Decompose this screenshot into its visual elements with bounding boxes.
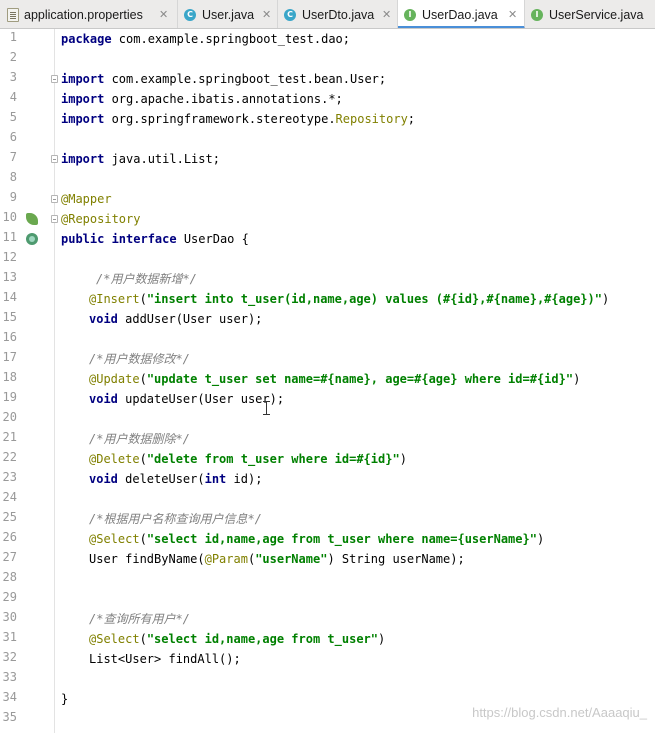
interface-file-icon: I [531, 9, 543, 21]
code-line-18: @Update("update t_user set name=#{name},… [89, 372, 581, 386]
interface-file-icon: I [404, 9, 416, 21]
implementation-marker-icon[interactable] [26, 233, 38, 245]
line-number: 32 [2, 650, 17, 664]
line-number: 8 [9, 170, 17, 184]
tab-label: UserDto.java [302, 8, 375, 22]
line-number: 10 [2, 210, 17, 224]
line-number: 11 [2, 230, 17, 244]
line-number: 25 [2, 510, 17, 524]
line-number: 12 [2, 250, 17, 264]
line-number: 6 [9, 130, 17, 144]
editor-tab-bar: application.properties ✕ C User.java ✕ C… [0, 0, 655, 29]
line-number: 1 [9, 30, 17, 44]
line-number: 14 [2, 290, 17, 304]
close-icon[interactable]: ✕ [159, 0, 168, 28]
code-line-34: } [61, 692, 69, 706]
code-line-3: import com.example.springboot_test.bean.… [61, 72, 387, 86]
line-number: 20 [2, 410, 17, 424]
line-number: 16 [2, 330, 17, 344]
line-number: 26 [2, 530, 17, 544]
line-number: 13 [2, 270, 17, 284]
line-number: 24 [2, 490, 17, 504]
editor-gutter: 1 2 3 4 5 6 7 8 9 10 11 12 13 14 15 16 1… [0, 29, 58, 733]
properties-file-icon [7, 8, 19, 22]
close-icon[interactable]: ✕ [382, 0, 391, 28]
fold-marker-icon[interactable] [51, 155, 58, 163]
class-file-icon: C [284, 9, 296, 21]
code-line-5: import org.springframework.stereotype.Re… [61, 112, 416, 126]
code-line-32: List<User> findAll(); [89, 652, 241, 666]
line-number: 23 [2, 470, 17, 484]
line-number: 27 [2, 550, 17, 564]
line-number: 34 [2, 690, 17, 704]
tab-label: UserService.java [549, 8, 644, 22]
tab-userdao-java[interactable]: I UserDao.java ✕ [398, 0, 525, 28]
code-line-27: User findByName(@Param("userName") Strin… [89, 552, 465, 566]
code-line-25: /*根据用户名称查询用户信息*/ [89, 512, 262, 526]
tab-label: UserDao.java [422, 8, 498, 22]
line-number: 21 [2, 430, 17, 444]
line-number: 2 [9, 50, 17, 64]
code-line-30: /*查询所有用户*/ [89, 612, 190, 626]
fold-marker-icon[interactable] [51, 75, 58, 83]
line-number: 28 [2, 570, 17, 584]
code-line-10: @Repository [61, 212, 141, 226]
line-number: 3 [9, 70, 17, 84]
line-number: 17 [2, 350, 17, 364]
code-line-4: import org.apache.ibatis.annotations.*; [61, 92, 343, 106]
fold-marker-icon[interactable] [51, 195, 58, 203]
close-icon[interactable]: ✕ [508, 0, 517, 28]
code-line-17: /*用户数据修改*/ [89, 352, 190, 366]
text-cursor-icon [263, 401, 270, 415]
line-number: 15 [2, 310, 17, 324]
tab-userdto-java[interactable]: C UserDto.java ✕ [278, 0, 398, 28]
line-number: 30 [2, 610, 17, 624]
fold-marker-icon[interactable] [51, 215, 58, 223]
code-line-23: void deleteUser(int id); [89, 472, 263, 486]
line-number: 22 [2, 450, 17, 464]
code-line-19: void updateUser(User user); [89, 392, 285, 406]
code-line-13: /*用户数据新增*/ [96, 272, 197, 286]
tab-application-properties[interactable]: application.properties ✕ [0, 0, 178, 28]
code-line-26: @Select("select id,name,age from t_user … [89, 532, 545, 546]
tab-label: application.properties [24, 8, 143, 22]
tab-user-java[interactable]: C User.java ✕ [178, 0, 278, 28]
line-number: 31 [2, 630, 17, 644]
watermark: https://blog.csdn.net/Aaaaqiu_ [472, 705, 647, 720]
code-line-1: package com.example.springboot_test.dao; [61, 32, 350, 46]
line-number: 4 [9, 90, 17, 104]
code-line-22: @Delete("delete from t_user where id=#{i… [89, 452, 407, 466]
tab-label: User.java [202, 8, 255, 22]
line-number: 9 [9, 190, 17, 204]
line-number: 33 [2, 670, 17, 684]
line-number: 7 [9, 150, 17, 164]
code-line-9: @Mapper [61, 192, 112, 206]
line-number: 18 [2, 370, 17, 384]
class-file-icon: C [184, 9, 196, 21]
line-number: 19 [2, 390, 17, 404]
line-number: 35 [2, 710, 17, 724]
code-line-14: @Insert("insert into t_user(id,name,age)… [89, 292, 610, 306]
close-icon[interactable]: ✕ [262, 0, 271, 28]
code-line-21: /*用户数据删除*/ [89, 432, 190, 446]
line-number: 29 [2, 590, 17, 604]
code-line-31: @Select("select id,name,age from t_user"… [89, 632, 386, 646]
code-line-7: import java.util.List; [61, 152, 220, 166]
tab-userservice-java[interactable]: I UserService.java [525, 0, 655, 28]
code-line-15: void addUser(User user); [89, 312, 263, 326]
spring-bean-icon[interactable] [26, 213, 38, 225]
line-number: 5 [9, 110, 17, 124]
code-line-11: public interface UserDao { [61, 232, 249, 246]
